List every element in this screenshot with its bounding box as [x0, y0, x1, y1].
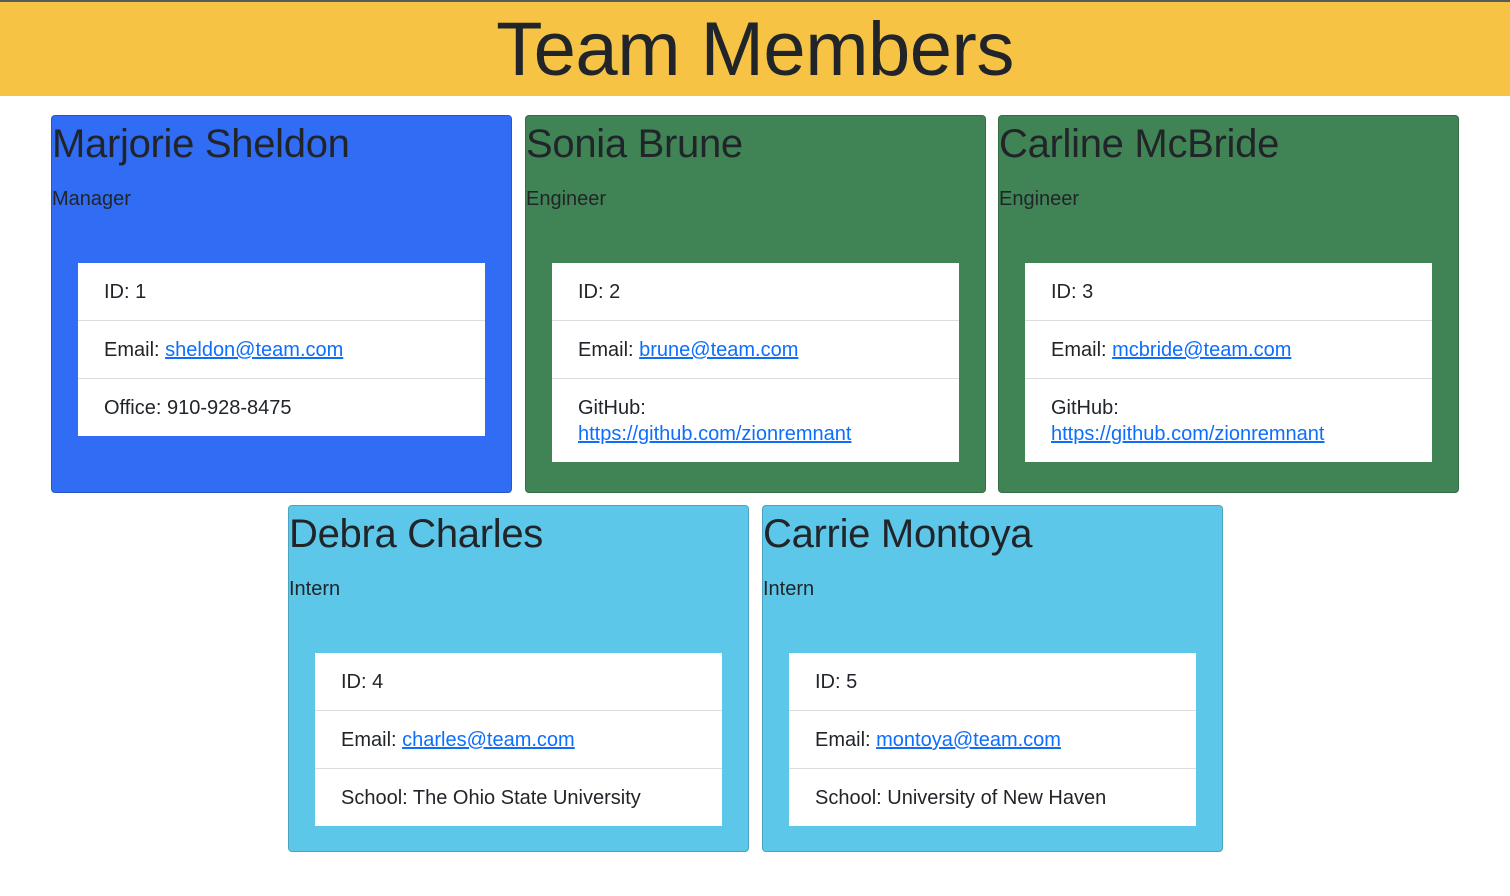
github-link[interactable]: https://github.com/zionremnant	[1051, 423, 1324, 445]
github-link[interactable]: https://github.com/zionremnant	[578, 423, 851, 445]
member-school: School: The Ohio State University	[341, 787, 641, 809]
member-name: Debra Charles	[289, 512, 543, 556]
member-id: ID: 5	[789, 653, 1196, 711]
email-link[interactable]: montoya@team.com	[876, 729, 1061, 751]
member-email-row: Email: montoya@team.com	[789, 711, 1196, 769]
member-card-intern: Debra Charles Intern ID: 4 Email: charle…	[288, 505, 749, 852]
member-card-manager: Marjorie Sheldon Manager ID: 1 Email: sh…	[51, 115, 512, 493]
email-link[interactable]: charles@team.com	[402, 729, 575, 751]
email-link[interactable]: mcbride@team.com	[1112, 339, 1291, 361]
member-role: Engineer	[999, 188, 1080, 210]
member-card-intern: Carrie Montoya Intern ID: 5 Email: monto…	[762, 505, 1223, 852]
member-role: Manager	[52, 188, 131, 210]
member-name: Carline McBride	[999, 122, 1280, 166]
member-details-list: ID: 1 Email: sheldon@team.com Office: 91…	[78, 263, 485, 436]
member-name: Carrie Montoya	[763, 512, 1033, 556]
page-header: Team Members	[0, 0, 1510, 96]
member-name: Marjorie Sheldon	[52, 122, 350, 166]
member-role: Intern	[763, 578, 815, 600]
member-email-row: Email: brune@team.com	[552, 321, 959, 379]
member-role: Engineer	[526, 188, 607, 210]
member-card-engineer: Sonia Brune Engineer ID: 2 Email: brune@…	[525, 115, 986, 493]
member-email-row: Email: charles@team.com	[315, 711, 722, 769]
member-details-list: ID: 3 Email: mcbride@team.com GitHub: ht…	[1025, 263, 1432, 462]
page-title: Team Members	[496, 7, 1014, 92]
email-label: Email:	[104, 339, 166, 361]
email-label: Email:	[815, 729, 877, 751]
github-label: GitHub:	[1051, 397, 1119, 419]
member-name: Sonia Brune	[526, 122, 743, 166]
email-label: Email:	[341, 729, 403, 751]
member-id: ID: 1	[78, 263, 485, 321]
member-github-row: GitHub: https://github.com/zionremnant	[552, 379, 959, 462]
member-school: School: University of New Haven	[815, 787, 1107, 809]
member-email-row: Email: mcbride@team.com	[1025, 321, 1432, 379]
member-id: ID: 2	[552, 263, 959, 321]
member-card-engineer: Carline McBride Engineer ID: 3 Email: mc…	[998, 115, 1459, 493]
member-github-row: GitHub: https://github.com/zionremnant	[1025, 379, 1432, 462]
member-details-list: ID: 4 Email: charles@team.com School: Th…	[315, 653, 722, 826]
github-label: GitHub:	[578, 397, 646, 419]
email-label: Email:	[1051, 339, 1113, 361]
email-link[interactable]: brune@team.com	[639, 339, 798, 361]
member-details-list: ID: 5 Email: montoya@team.com School: Un…	[789, 653, 1196, 826]
email-link[interactable]: sheldon@team.com	[165, 339, 343, 361]
member-id: ID: 4	[315, 653, 722, 711]
member-email-row: Email: sheldon@team.com	[78, 321, 485, 379]
member-id: ID: 3	[1025, 263, 1432, 321]
email-label: Email:	[578, 339, 640, 361]
member-details-list: ID: 2 Email: brune@team.com GitHub: http…	[552, 263, 959, 462]
member-office: Office: 910-928-8475	[104, 397, 292, 419]
member-role: Intern	[289, 578, 341, 600]
